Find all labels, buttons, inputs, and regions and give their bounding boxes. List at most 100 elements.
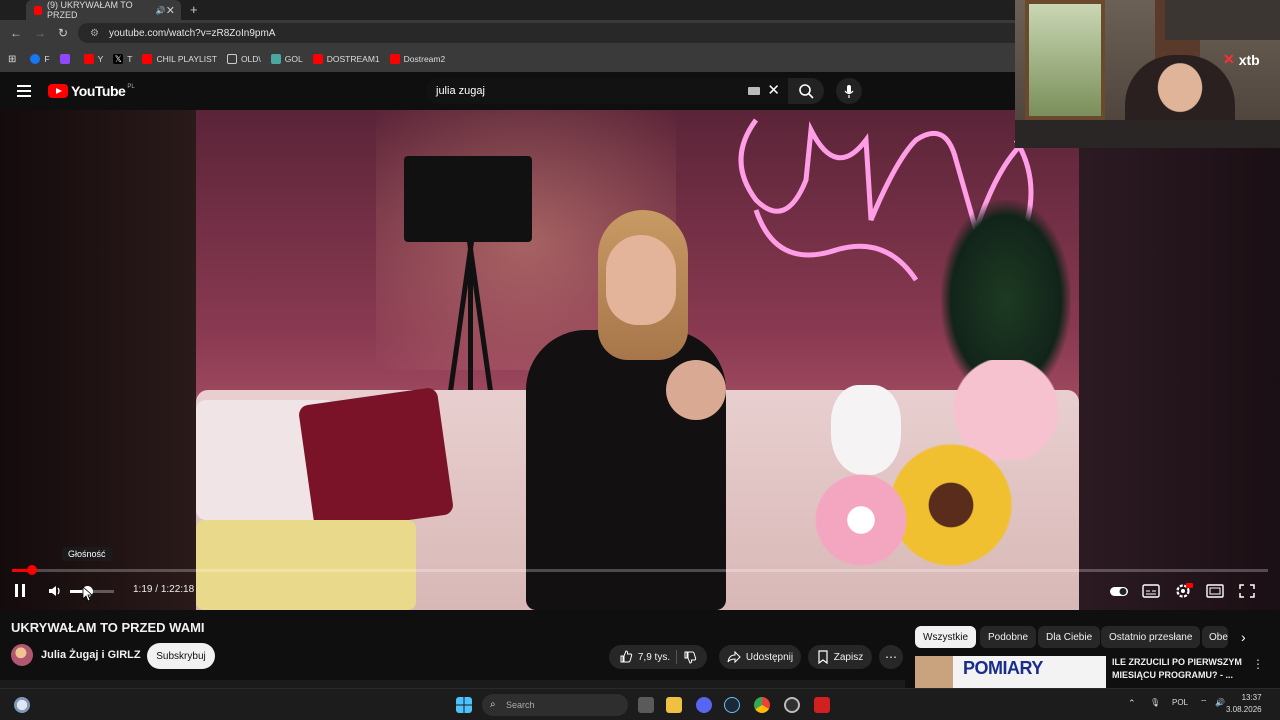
more-horizontal-icon: ⋯ bbox=[885, 650, 897, 664]
site-info-icon[interactable]: ⚙ bbox=[90, 28, 99, 39]
menu-icon[interactable] bbox=[17, 85, 31, 97]
tab-title: (9) UKRYWAŁAM TO PRZED bbox=[46, 0, 133, 20]
chip-recently-uploaded[interactable]: Ostatnio przesłane bbox=[1101, 626, 1201, 648]
youtube-logo[interactable]: YouTube PL bbox=[48, 83, 135, 99]
bookmark-y[interactable]: Y bbox=[83, 54, 103, 64]
volume-slider[interactable] bbox=[70, 586, 114, 597]
recommendation-title[interactable]: ILE ZRZUCILI PO PIERWSZYM MIESIĄCU PROGR… bbox=[1112, 656, 1247, 682]
bookmark-icon bbox=[818, 650, 828, 664]
settings-gear-icon[interactable] bbox=[1173, 582, 1193, 600]
volume-icon[interactable] bbox=[47, 583, 63, 599]
browser-tab[interactable]: (9) UKRYWAŁAM TO PRZED 🔊 ✕ bbox=[26, 0, 181, 20]
bookmark-twitch[interactable] bbox=[59, 54, 74, 64]
bookmark-chil-playlist[interactable]: CHIL PLAYLIST bbox=[142, 54, 217, 64]
chrome-icon[interactable] bbox=[754, 697, 770, 713]
save-button[interactable]: Zapisz bbox=[808, 645, 872, 669]
mouse-pointer-icon bbox=[82, 586, 92, 602]
bookmark-dostream2[interactable]: Dostream2 bbox=[389, 54, 445, 64]
video-ambient-left bbox=[0, 110, 196, 610]
save-label: Zapisz bbox=[833, 651, 864, 663]
thumbs-down-icon[interactable] bbox=[683, 650, 697, 664]
forward-arrow-icon[interactable]: → bbox=[34, 24, 46, 42]
speaker-icon[interactable]: 🔊 bbox=[1215, 698, 1225, 707]
youtube-play-icon bbox=[48, 84, 68, 98]
steam-icon[interactable] bbox=[724, 697, 740, 713]
back-arrow-icon[interactable]: ← bbox=[10, 24, 22, 42]
youtube-icon bbox=[83, 54, 94, 64]
search-query: julia zugaj bbox=[436, 85, 485, 97]
facebook-icon bbox=[30, 54, 41, 64]
app-red-icon[interactable] bbox=[814, 697, 830, 713]
recommendation-thumbnail[interactable]: POMIARY bbox=[915, 656, 1106, 688]
youtube-icon bbox=[389, 54, 400, 64]
window bbox=[1025, 0, 1105, 120]
obs-icon[interactable] bbox=[784, 697, 800, 713]
x-icon: 𝕏 bbox=[113, 54, 124, 64]
xtb-mark-icon: ✕ bbox=[1223, 51, 1235, 67]
red-cushion bbox=[297, 386, 455, 534]
more-vertical-icon[interactable]: ⋮ bbox=[1252, 657, 1264, 671]
reload-icon[interactable]: ↻ bbox=[58, 24, 68, 42]
chip-all[interactable]: Wszystkie bbox=[915, 626, 976, 648]
taskbar-search-input[interactable]: ⌕ Search bbox=[482, 694, 628, 716]
description-box-edge bbox=[0, 680, 905, 688]
thumbs-up-icon bbox=[620, 650, 633, 663]
tray-chevron-up-icon[interactable]: ⌃ bbox=[1128, 698, 1136, 709]
channel-avatar[interactable] bbox=[11, 644, 33, 666]
presenter-face bbox=[606, 235, 676, 325]
keyboard-icon[interactable] bbox=[748, 87, 760, 95]
thumbnail-text: POMIARY bbox=[963, 658, 1043, 678]
apps-grid-icon[interactable]: ⊞ bbox=[8, 54, 16, 65]
weather-icon[interactable] bbox=[14, 697, 30, 713]
windows-start-icon[interactable] bbox=[456, 697, 472, 713]
video-player[interactable] bbox=[0, 110, 1280, 610]
tab-close-icon[interactable]: ✕ bbox=[166, 4, 175, 17]
bookmark-t[interactable]: 𝕏T bbox=[113, 54, 132, 64]
subtitles-icon[interactable] bbox=[1141, 582, 1161, 600]
search-button[interactable] bbox=[788, 78, 824, 104]
taskbar-search-placeholder: Search bbox=[506, 700, 535, 710]
wifi-icon[interactable]: ⌔ bbox=[1200, 698, 1208, 708]
xtb-wordmark: xtb bbox=[1238, 51, 1260, 68]
pause-icon[interactable] bbox=[15, 584, 25, 597]
progress-bar[interactable] bbox=[12, 565, 1268, 575]
video-ambient-right bbox=[1079, 110, 1280, 610]
bookmark-old-folder[interactable]: OLD\ bbox=[226, 54, 261, 64]
autoplay-toggle-icon[interactable] bbox=[1109, 582, 1129, 600]
shelf bbox=[1165, 0, 1280, 40]
bookmark-f[interactable]: F bbox=[30, 54, 50, 64]
chip-watched[interactable]: Obe bbox=[1202, 626, 1228, 648]
time-separator: / bbox=[152, 584, 161, 595]
share-label: Udostępnij bbox=[745, 651, 794, 663]
task-view-icon[interactable] bbox=[638, 697, 654, 713]
chip-for-you[interactable]: Dla Ciebie bbox=[1038, 626, 1101, 648]
microphone-tray-icon[interactable]: 🎙 bbox=[1150, 698, 1160, 707]
video-title: UKRYWAŁAM TO PRZED WAMI bbox=[11, 620, 205, 635]
search-input[interactable]: julia zugaj ✕ bbox=[426, 78, 788, 104]
clear-search-icon[interactable]: ✕ bbox=[767, 81, 780, 99]
taskbar-clock[interactable]: 13:37 3.08.2026 bbox=[1226, 692, 1262, 716]
bookmark-gol[interactable]: GOL bbox=[270, 54, 303, 64]
video-frame[interactable] bbox=[196, 110, 1079, 610]
voice-search-button[interactable] bbox=[836, 78, 862, 104]
new-tab-button[interactable]: + bbox=[190, 0, 198, 20]
bookmark-dostream1[interactable]: DOSTREAM1 bbox=[312, 54, 380, 64]
miniplayer-icon[interactable] bbox=[1205, 582, 1225, 600]
fullscreen-icon[interactable] bbox=[1237, 582, 1257, 600]
language-indicator[interactable]: POL bbox=[1172, 698, 1188, 707]
clock-date: 3.08.2026 bbox=[1226, 705, 1262, 714]
more-actions-button[interactable]: ⋯ bbox=[879, 645, 903, 669]
streamer-webcam: ✕ xtb bbox=[1015, 0, 1280, 148]
share-button[interactable]: Udostępnij bbox=[719, 645, 801, 669]
like-button[interactable]: 7,9 tys. bbox=[619, 650, 670, 664]
yellow-blanket bbox=[196, 520, 416, 610]
chevron-right-icon[interactable]: › bbox=[1241, 628, 1246, 646]
search-icon bbox=[799, 84, 814, 99]
file-explorer-icon[interactable] bbox=[666, 697, 682, 713]
youtube-icon bbox=[312, 54, 323, 64]
duration: 1:22:18 bbox=[160, 584, 195, 595]
discord-icon[interactable] bbox=[696, 697, 712, 713]
subscribe-button[interactable]: Subskrybuj bbox=[147, 643, 215, 669]
channel-name[interactable]: Julia Żugaj i GIRLZ bbox=[41, 649, 141, 661]
chip-related[interactable]: Podobne bbox=[980, 626, 1037, 648]
